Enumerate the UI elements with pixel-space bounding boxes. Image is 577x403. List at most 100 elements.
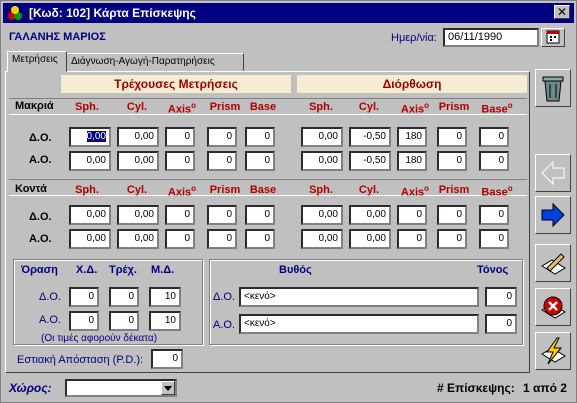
far-right-axis-input[interactable]: 0 (165, 127, 195, 147)
near-col-cyl: Cyl. (126, 184, 148, 196)
far-left-cyl-input[interactable]: 0,00 (117, 151, 159, 171)
vision-col-current: Τρέχ. (109, 264, 137, 276)
room-select[interactable] (65, 379, 177, 397)
vision-right-current-input[interactable]: 0 (109, 287, 139, 307)
near-left-corr-cyl-input[interactable]: 0,00 (349, 229, 391, 249)
near-left-base-input[interactable]: 0 (245, 229, 275, 249)
near-corr-col-prism: Prism (438, 184, 470, 196)
far-right-corr-base-input[interactable]: 0 (479, 127, 509, 147)
tone-right-input[interactable]: 0 (485, 287, 517, 307)
far-right-cyl-input[interactable]: 0,00 (117, 127, 159, 147)
app-icon (8, 6, 22, 20)
cancel-button[interactable] (535, 288, 571, 326)
date-field[interactable]: 06/11/1990 (443, 28, 539, 47)
far-right-corr-cyl-input[interactable]: -0,50 (349, 127, 391, 147)
near-left-eye-label: Α.Ο. (29, 233, 52, 245)
edit-button[interactable] (535, 244, 571, 282)
far-right-corr-sph-input[interactable]: 0,00 (301, 127, 343, 147)
far-right-base-input[interactable]: 0 (245, 127, 275, 147)
near-right-corr-cyl-input[interactable]: 0,00 (349, 205, 391, 225)
depth-right-input[interactable]: <κενό> (239, 287, 479, 307)
near-left-corr-prism-input[interactable]: 0 (437, 229, 467, 249)
far-left-corr-base-input[interactable]: 0 (479, 151, 509, 171)
far-left-base-input[interactable]: 0 (245, 151, 275, 171)
calendar-button[interactable] (541, 28, 565, 47)
col-base: Base (249, 101, 277, 113)
tab-measurements[interactable]: Μετρήσεις (7, 51, 67, 72)
edit-pencil-icon (541, 253, 566, 275)
far-label: Μακριά (15, 100, 54, 112)
far-left-sph-input[interactable]: 0,00 (69, 151, 111, 171)
vision-col-md: Μ.Δ. (151, 264, 175, 276)
far-right-sph-input[interactable]: 0,00 (69, 127, 111, 147)
correction-header: Διόρθωση (297, 75, 527, 93)
near-left-axis-input[interactable]: 0 (165, 229, 195, 249)
far-left-corr-sph-input[interactable]: 0,00 (301, 151, 343, 171)
near-right-sph-input[interactable]: 0,00 (69, 205, 111, 225)
title-bar: [Κωδ: 102] Κάρτα Επίσκεψης ✕ (3, 3, 574, 23)
near-right-corr-prism-input[interactable]: 0 (437, 205, 467, 225)
depth-left-input[interactable]: <κενό> (239, 314, 479, 334)
near-corr-col-cyl: Cyl. (358, 184, 380, 196)
near-left-corr-base-input[interactable]: 0 (479, 229, 509, 249)
far-left-corr-cyl-input[interactable]: -0,50 (349, 151, 391, 171)
dropdown-arrow-button[interactable] (161, 381, 175, 395)
near-right-corr-sph-input[interactable]: 0,00 (301, 205, 343, 225)
room-label: Χώρος: (9, 381, 52, 395)
pd-input[interactable]: 0 (151, 349, 183, 369)
visit-card-window: [Κωδ: 102] Κάρτα Επίσκεψης ✕ ΓΑΛΑΝΗΣ ΜΑΡ… (0, 0, 577, 403)
corr-col-prism: Prism (438, 101, 470, 113)
depth-right-label: Δ.Ο. (213, 291, 236, 303)
near-col-base: Base (249, 184, 277, 196)
near-right-eye-label: Δ.Ο. (29, 211, 52, 223)
near-corr-col-base: Baseo (481, 184, 513, 199)
window-title: [Κωδ: 102] Κάρτα Επίσκεψης (29, 6, 196, 20)
save-button[interactable] (535, 332, 571, 370)
near-right-cyl-input[interactable]: 0,00 (117, 205, 159, 225)
previous-arrow-icon (541, 160, 565, 186)
near-col-axis: Axiso (167, 184, 197, 199)
depth-left-label: Α.Ο. (213, 319, 236, 331)
far-left-corr-prism-input[interactable]: 0 (437, 151, 467, 171)
near-right-axis-input[interactable]: 0 (165, 205, 195, 225)
near-label: Κοντά (15, 183, 47, 195)
tone-left-input[interactable]: 0 (485, 314, 517, 334)
close-button[interactable]: ✕ (554, 5, 570, 19)
vision-col-xd: Χ.Δ. (76, 264, 98, 276)
chevron-down-icon (164, 386, 172, 391)
far-right-corr-prism-input[interactable]: 0 (437, 127, 467, 147)
near-right-corr-axis-input[interactable]: 0 (397, 205, 427, 225)
near-left-corr-sph-input[interactable]: 0,00 (301, 229, 343, 249)
current-measurements-header: Τρέχουσες Μετρήσεις (61, 75, 291, 93)
tab-diagnosis[interactable]: Διάγνωση-Αγωγή-Παρατηρήσεις (66, 53, 244, 71)
far-right-corr-axis-input[interactable]: 180 (397, 127, 427, 147)
next-button[interactable] (535, 196, 571, 234)
previous-button[interactable] (535, 154, 571, 192)
far-right-prism-input[interactable]: 0 (207, 127, 237, 147)
delete-button[interactable] (535, 69, 571, 107)
col-sph: Sph. (75, 101, 99, 113)
near-right-base-input[interactable]: 0 (245, 205, 275, 225)
vision-right-label: Δ.Ο. (39, 291, 62, 303)
far-left-corr-axis-input[interactable]: 180 (397, 151, 427, 171)
far-left-axis-input[interactable]: 0 (165, 151, 195, 171)
pd-label: Εστιακή Απόσταση (P.D.): (17, 354, 144, 366)
near-corr-col-sph: Sph. (309, 184, 333, 196)
vision-right-xd-input[interactable]: 0 (69, 287, 99, 307)
date-label: Ημερ/νία: (391, 32, 437, 44)
near-left-sph-input[interactable]: 0,00 (69, 229, 111, 249)
near-left-cyl-input[interactable]: 0,00 (117, 229, 159, 249)
near-right-prism-input[interactable]: 0 (207, 205, 237, 225)
depth-title: Βυθός (279, 264, 312, 276)
vision-left-md-input[interactable]: 10 (149, 311, 181, 331)
near-col-sph: Sph. (75, 184, 99, 196)
vision-left-label: Α.Ο. (39, 314, 62, 326)
vision-left-current-input[interactable]: 0 (109, 311, 139, 331)
near-left-prism-input[interactable]: 0 (207, 229, 237, 249)
vision-left-xd-input[interactable]: 0 (69, 311, 99, 331)
vision-right-md-input[interactable]: 10 (149, 287, 181, 307)
near-left-corr-axis-input[interactable]: 0 (397, 229, 427, 249)
far-left-prism-input[interactable]: 0 (207, 151, 237, 171)
far-left-eye-label: Α.Ο. (29, 154, 52, 166)
near-right-corr-base-input[interactable]: 0 (479, 205, 509, 225)
